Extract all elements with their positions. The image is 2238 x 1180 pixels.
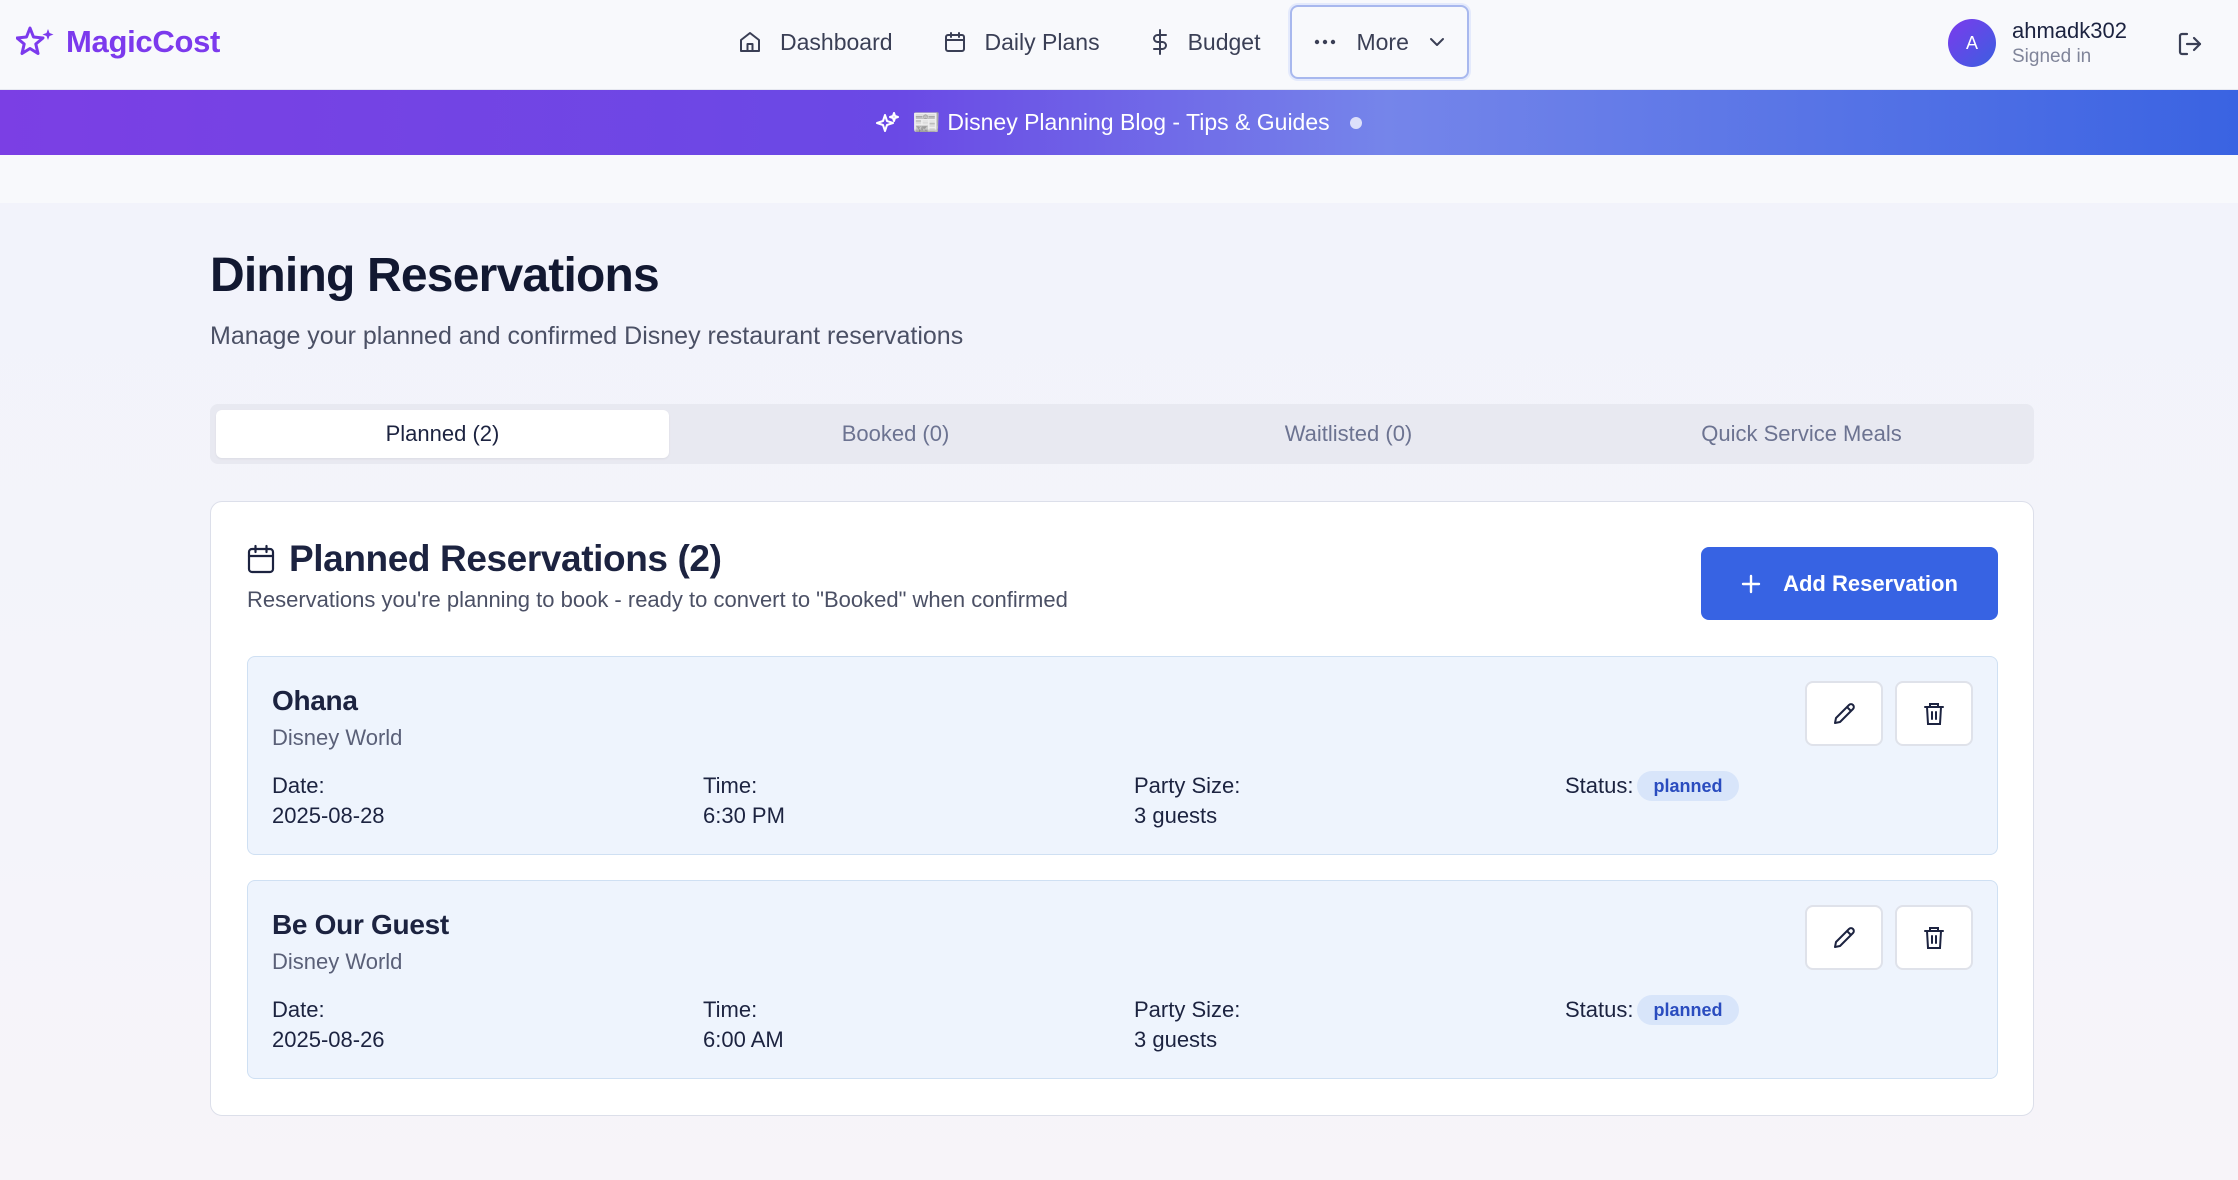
restaurant-name: Ohana [272,685,358,716]
reservation-item: Ohana Disney World Date: 2025-08-28 Time… [247,656,1998,855]
nav-dashboard[interactable]: Dashboard [718,5,913,79]
nav-daily-plans-label: Daily Plans [984,28,1100,55]
date-value: 2025-08-26 [272,1027,385,1052]
nav-budget-label: Budget [1187,28,1261,55]
logout-icon[interactable] [2176,30,2204,58]
status-label: Status: [1565,773,1634,798]
party-size-label: Party Size: [1134,773,1241,798]
trash-icon [1922,925,1946,951]
party-size-field: Party Size: 3 guests [1134,771,1240,831]
time-field: Time: 6:30 PM [703,771,785,831]
date-label: Date: [272,997,325,1022]
status-field: Status: planned [1565,995,1739,1025]
pencil-icon [1831,925,1857,951]
brand-name: MagicCost [66,24,221,59]
page-subtitle: Manage your planned and confirmed Disney… [210,322,964,350]
home-icon [738,30,762,54]
user-menu[interactable]: A ahmadk302 Signed in [1948,16,2127,70]
restaurant-name: Be Our Guest [272,909,449,940]
time-value: 6:00 AM [703,1027,784,1052]
avatar: A [1948,19,1996,67]
nav-more-label: More [1356,28,1409,55]
tab-waitlisted[interactable]: Waitlisted (0) [1122,410,1575,458]
reservation-tabs: Planned (2) Booked (0) Waitlisted (0) Qu… [210,404,2034,464]
date-label: Date: [272,773,325,798]
calendar-icon [247,544,275,574]
nav-daily-plans[interactable]: Daily Plans [923,5,1120,79]
calendar-icon [943,30,967,54]
date-field: Date: 2025-08-28 [272,771,385,831]
edit-button[interactable] [1805,905,1883,970]
park-name: Disney World [272,949,403,974]
card-title: Planned Reservations (2) [289,538,722,579]
nav-dashboard-label: Dashboard [780,28,893,55]
delete-button[interactable] [1895,681,1973,746]
party-size-value: 3 guests [1134,803,1218,828]
party-size-value: 3 guests [1134,1027,1218,1052]
status-dot [1349,116,1362,129]
dollar-icon [1150,29,1170,55]
edit-button[interactable] [1805,681,1883,746]
delete-button[interactable] [1895,905,1973,970]
chevron-down-icon [1429,37,1445,47]
time-label: Time: [703,997,758,1022]
card-header: Planned Reservations (2) [247,538,722,580]
sparkle-icon [876,111,900,135]
main-nav: Dashboard Daily Plans Budget More [718,0,1469,84]
status-field: Status: planned [1565,771,1739,801]
add-reservation-button[interactable]: Add Reservation [1701,547,1998,620]
party-size-label: Party Size: [1134,997,1241,1022]
time-value: 6:30 PM [703,803,785,828]
time-field: Time: 6:00 AM [703,995,784,1055]
time-label: Time: [703,773,758,798]
user-name: ahmadk302 [2012,18,2127,43]
page-title: Dining Reservations [210,249,660,302]
nav-budget[interactable]: Budget [1130,5,1281,79]
ellipsis-icon [1314,39,1336,45]
park-name: Disney World [272,725,403,750]
tab-planned[interactable]: Planned (2) [216,410,669,458]
status-badge: planned [1637,771,1739,801]
add-reservation-label: Add Reservation [1783,570,1958,596]
banner-text: 📰 Disney Planning Blog - Tips & Guides [912,109,1330,135]
card-subtitle: Reservations you're planning to book - r… [247,587,1068,612]
status-badge: planned [1637,995,1739,1025]
reservation-item: Be Our Guest Disney World Date: 2025-08-… [247,880,1998,1079]
sparkles-icon [16,25,56,59]
party-size-field: Party Size: 3 guests [1134,995,1240,1055]
date-field: Date: 2025-08-26 [272,995,385,1055]
trash-icon [1922,701,1946,727]
user-status: Signed in [2012,46,2092,67]
tab-quick-service-meals[interactable]: Quick Service Meals [1575,410,2028,458]
pencil-icon [1831,701,1857,727]
top-navbar: MagicCost Dashboard Daily Plans Budget M… [0,0,2238,90]
date-value: 2025-08-28 [272,803,385,828]
nav-more-dropdown[interactable]: More [1290,5,1469,79]
blog-banner[interactable]: 📰 Disney Planning Blog - Tips & Guides [0,90,2238,155]
tab-booked[interactable]: Booked (0) [669,410,1122,458]
brand-logo[interactable]: MagicCost [16,20,220,64]
status-label: Status: [1565,997,1634,1022]
banner-spacer [0,155,2238,203]
planned-reservations-card: Planned Reservations (2) Reservations yo… [210,501,2034,1116]
plus-icon [1741,574,1761,594]
